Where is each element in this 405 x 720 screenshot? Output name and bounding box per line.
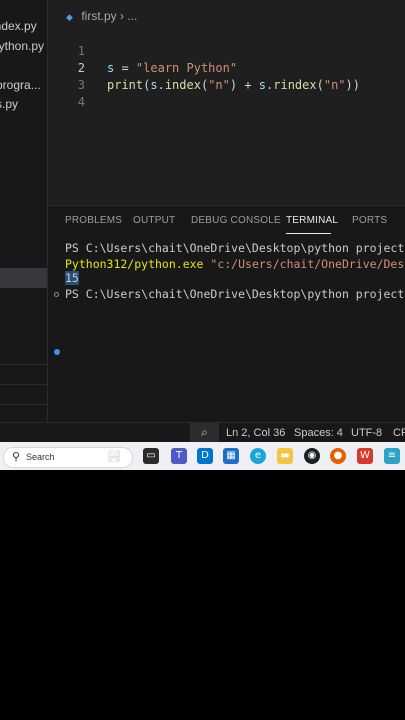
divider [0, 364, 47, 365]
tab-problems[interactable]: PROBLEMS [65, 215, 122, 226]
terminal-script-path: "c:/Users/chait/OneDrive/Desktop/python … [210, 257, 405, 271]
tab-terminal[interactable]: TERMINAL [286, 215, 338, 226]
firefox-icon[interactable]: ● [330, 448, 346, 464]
breadcrumb-symbol[interactable]: ... [127, 9, 137, 23]
divider [0, 384, 47, 385]
taskbar-search[interactable]: ⚲ Search 🏞 [3, 447, 133, 468]
breadcrumb[interactable]: ◆ first.py › ... [66, 9, 137, 23]
status-bar: ⌕ Ln 2, Col 36 Spaces: 4 UTF-8 CRLF [0, 422, 405, 443]
code-line[interactable]: 2 print(s.index("n") + s.rindex("n")) [48, 43, 405, 92]
bottom-panel: PROBLEMS OUTPUT DEBUG CONSOLE TERMINAL P… [48, 205, 405, 423]
notepad-icon[interactable]: ≡ [384, 448, 400, 464]
breadcrumb-file[interactable]: first.py [81, 9, 116, 23]
tab-output[interactable]: OUTPUT [133, 215, 175, 226]
code-editor[interactable]: ◆ first.py › ... 1 s = "learn Python" 2 … [48, 0, 405, 205]
file-explorer-icon[interactable]: ▭ [143, 448, 159, 464]
zoom-icon[interactable]: ⌕ [190, 423, 219, 443]
terminal-exe: Python312/python.exe [65, 257, 211, 271]
code-line[interactable]: 1 s = "learn Python" [48, 26, 405, 75]
search-icon: ⚲ [12, 450, 21, 463]
teams-icon[interactable]: T [171, 448, 187, 464]
terminal-output-value[interactable]: 15 [65, 271, 79, 285]
terminal-status-dot-icon [54, 349, 60, 355]
indentation[interactable]: Spaces: 4 [294, 427, 343, 439]
search-placeholder: Search [26, 452, 55, 462]
tab-debug-console[interactable]: DEBUG CONSOLE [191, 215, 281, 226]
sidebar-selected-row[interactable] [0, 268, 47, 288]
terminal-prompt-text: PS C:\Users\chait\OneDrive\Desktop\pytho… [65, 287, 405, 301]
tab-ports[interactable]: PORTS [352, 215, 387, 226]
terminal-command-continuation[interactable]: Python312/python.exe "c:/Users/chait/One… [65, 257, 405, 271]
terminal-prompt[interactable]: PS C:\Users\chait\OneDrive\Desktop\pytho… [65, 287, 405, 301]
terminal-command-line[interactable]: PS C:\Users\chait\OneDrive\Desktop\pytho… [65, 241, 405, 255]
divider [0, 404, 47, 405]
line-ending[interactable]: CRLF [393, 427, 405, 439]
sidebar-file-item[interactable]: s.py [0, 97, 18, 111]
black-background [0, 471, 405, 720]
sidebar-file-item[interactable]: python.py [0, 39, 44, 53]
active-tab-indicator [286, 233, 331, 234]
dell-icon[interactable]: D [197, 448, 213, 464]
windows-taskbar: ⚲ Search 🏞 ▭ T D ▦ e ▬ ◉ ● W ≡ [0, 442, 405, 470]
python-file-icon: ◆ [66, 13, 73, 23]
search-highlight-icon: 🏞 [107, 451, 121, 463]
github-icon[interactable]: ◉ [304, 448, 320, 464]
sidebar-file-item[interactable]: index.py [0, 19, 37, 33]
cursor-position[interactable]: Ln 2, Col 36 [226, 427, 285, 439]
breadcrumb-separator: › [120, 9, 125, 23]
code-line[interactable]: 3 [48, 60, 405, 92]
terminal-output[interactable]: 15 [65, 271, 79, 285]
command-decoration-icon[interactable] [54, 292, 59, 297]
code-line[interactable]: 4 [48, 77, 405, 109]
folder-icon[interactable]: ▬ [277, 448, 293, 464]
line-number: 4 [77, 95, 85, 109]
encoding[interactable]: UTF-8 [351, 427, 382, 439]
explorer-sidebar: index.py python.py progra... s.py [0, 0, 48, 422]
edge-icon[interactable]: e [250, 448, 266, 464]
vscode-window: index.py python.py progra... s.py ◆ firs… [0, 0, 405, 470]
sidebar-file-item[interactable]: progra... [0, 78, 41, 92]
wps-icon[interactable]: W [357, 448, 373, 464]
calendar-icon[interactable]: ▦ [223, 448, 239, 464]
